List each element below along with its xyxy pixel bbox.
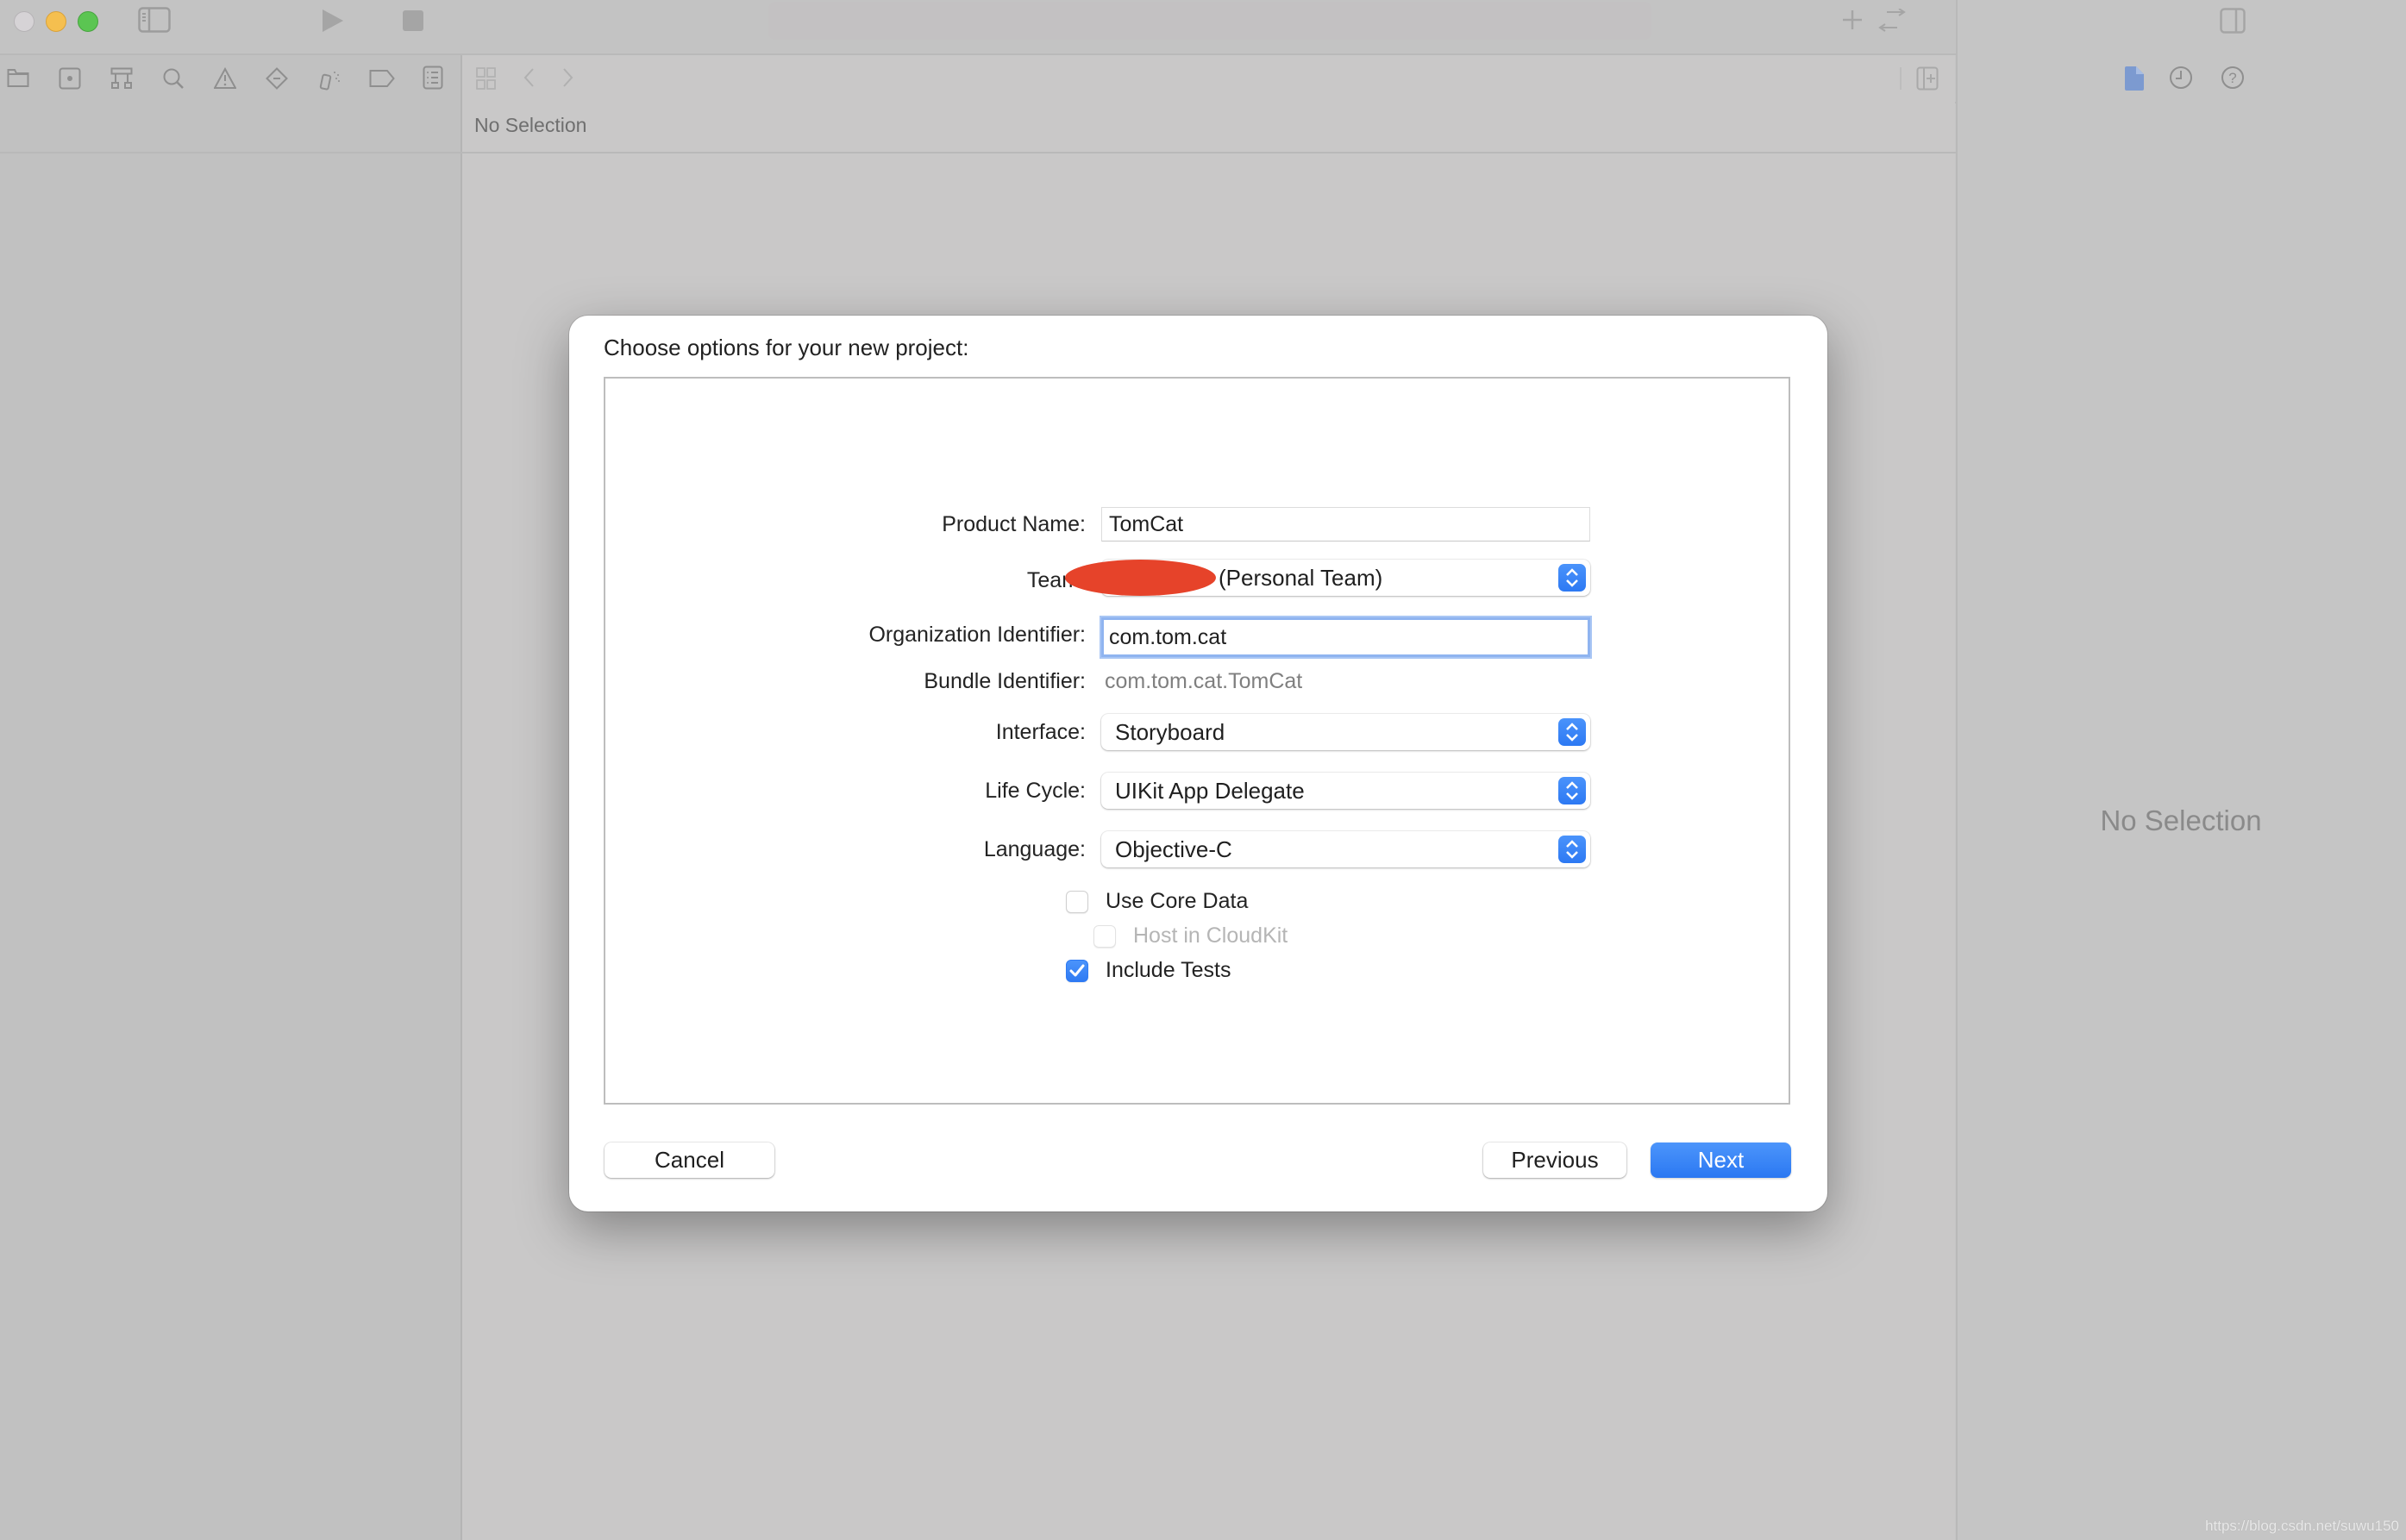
include-tests-checkbox[interactable]: Include Tests bbox=[1066, 958, 1231, 983]
chevron-up-down-icon bbox=[1558, 836, 1586, 863]
navigator-sidebar bbox=[0, 55, 462, 1540]
organization-identifier-field[interactable] bbox=[1101, 617, 1590, 657]
file-inspector-icon[interactable] bbox=[2125, 66, 2144, 91]
include-tests-label: Include Tests bbox=[1106, 958, 1231, 982]
swap-icon[interactable] bbox=[1878, 9, 1906, 33]
close-window-button[interactable] bbox=[14, 11, 34, 32]
toolbar-divider bbox=[1900, 67, 1902, 90]
chevron-up-down-icon bbox=[1558, 718, 1586, 746]
source-control-icon[interactable] bbox=[59, 67, 81, 90]
bundle-identifier-label: Bundle Identifier: bbox=[924, 669, 1086, 693]
minimize-window-button[interactable] bbox=[46, 11, 66, 32]
debug-spray-icon[interactable] bbox=[317, 67, 341, 91]
back-chevron-icon[interactable] bbox=[523, 67, 535, 88]
use-core-data-label: Use Core Data bbox=[1106, 889, 1249, 913]
sidebar-toggle-icon[interactable] bbox=[138, 7, 171, 33]
organization-identifier-label: Organization Identifier: bbox=[868, 623, 1086, 647]
svg-text:?: ? bbox=[2228, 70, 2236, 86]
jump-bar bbox=[0, 103, 1956, 153]
checkmark-icon[interactable] bbox=[1066, 959, 1088, 982]
add-editor-icon[interactable] bbox=[1916, 66, 1939, 91]
product-name-label: Product Name: bbox=[942, 512, 1086, 536]
life-cycle-popup[interactable]: UIKit App Delegate bbox=[1101, 773, 1590, 809]
checkbox-box[interactable] bbox=[1066, 890, 1088, 913]
language-popup[interactable]: Objective-C bbox=[1101, 831, 1590, 867]
bundle-identifier-value: com.tom.cat.TomCat bbox=[1105, 669, 1303, 693]
next-button[interactable]: Next bbox=[1651, 1142, 1791, 1178]
zoom-window-button[interactable] bbox=[78, 11, 98, 32]
options-panel: Product Name: Team: Organization Identif… bbox=[604, 377, 1790, 1105]
team-label: Team: bbox=[1026, 568, 1086, 592]
hierarchy-icon[interactable] bbox=[110, 67, 133, 90]
cancel-button[interactable]: Cancel bbox=[605, 1142, 774, 1178]
activity-viewer bbox=[768, 2, 1651, 40]
add-icon[interactable] bbox=[1842, 9, 1863, 30]
run-icon[interactable] bbox=[322, 9, 344, 33]
life-cycle-value: UIKit App Delegate bbox=[1115, 778, 1305, 804]
test-icon[interactable] bbox=[266, 67, 288, 90]
folder-icon[interactable] bbox=[7, 67, 29, 88]
forward-chevron-icon[interactable] bbox=[562, 67, 574, 88]
host-in-cloudkit-label: Host in CloudKit bbox=[1133, 923, 1288, 948]
language-value: Objective-C bbox=[1115, 836, 1232, 862]
use-core-data-checkbox[interactable]: Use Core Data bbox=[1066, 889, 1248, 914]
watermark: https://blog.csdn.net/suwu150 bbox=[2205, 1518, 2399, 1534]
chevron-up-down-icon bbox=[1558, 777, 1586, 804]
product-name-field[interactable] bbox=[1101, 507, 1590, 542]
warning-icon[interactable] bbox=[214, 67, 236, 90]
search-icon[interactable] bbox=[162, 67, 185, 90]
history-icon[interactable] bbox=[2169, 66, 2193, 90]
inspector-toggle-icon[interactable] bbox=[2220, 8, 2246, 34]
inspector-panel bbox=[1956, 0, 2406, 1540]
life-cycle-label: Life Cycle: bbox=[985, 779, 1086, 803]
labels-column: Product Name: Team: Organization Identif… bbox=[605, 379, 1086, 1103]
new-project-options-sheet: Choose options for your new project: Pro… bbox=[569, 316, 1827, 1211]
jump-bar-no-selection: No Selection bbox=[474, 114, 587, 136]
stop-icon[interactable] bbox=[403, 10, 423, 31]
interface-value: Storyboard bbox=[1115, 719, 1225, 745]
redaction-mark bbox=[1065, 560, 1216, 596]
sheet-title: Choose options for your new project: bbox=[604, 335, 969, 360]
help-icon[interactable]: ? bbox=[2221, 66, 2245, 90]
interface-label: Interface: bbox=[995, 720, 1086, 744]
interface-popup[interactable]: Storyboard bbox=[1101, 714, 1590, 750]
chevron-up-down-icon bbox=[1558, 564, 1586, 592]
language-label: Language: bbox=[983, 837, 1086, 861]
report-icon[interactable] bbox=[423, 66, 443, 90]
inspector-no-selection: No Selection bbox=[2100, 804, 2262, 836]
previous-button[interactable]: Previous bbox=[1483, 1142, 1626, 1178]
host-in-cloudkit-checkbox: Host in CloudKit bbox=[1093, 923, 1288, 948]
breakpoint-tag-icon[interactable] bbox=[369, 69, 395, 88]
grid-icon[interactable] bbox=[476, 67, 497, 90]
checkbox-box bbox=[1093, 924, 1116, 948]
